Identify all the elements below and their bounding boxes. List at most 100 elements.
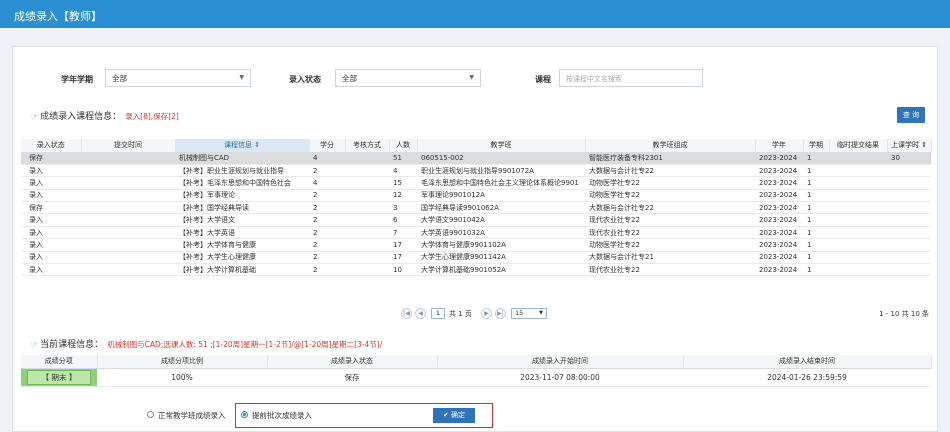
chevron-down-icon: ▼ bbox=[239, 74, 244, 81]
table-cell: 2 bbox=[309, 263, 345, 277]
table-cell: 毛泽东思想和中国特色社会主义理论体系概论9901 bbox=[417, 176, 585, 190]
table-cell: 1 bbox=[803, 152, 829, 165]
table-cell: 4 bbox=[309, 176, 345, 190]
table-cell bbox=[81, 238, 175, 252]
table-cell: 2 bbox=[309, 201, 345, 215]
grade-item-term[interactable]: 【 期末 】 bbox=[21, 368, 97, 387]
column-header[interactable]: 教学班 bbox=[417, 139, 586, 153]
table-cell: 2024-01-26 23:59:59 bbox=[683, 368, 931, 387]
table-cell bbox=[887, 164, 931, 178]
confirm-button[interactable]: ✔ 确定 bbox=[433, 408, 475, 423]
column-header[interactable]: 课程信息 ⇕ bbox=[175, 139, 310, 153]
table-cell bbox=[345, 176, 389, 190]
table-cell: 【补考】大学生心理健康 bbox=[175, 251, 309, 265]
page-input[interactable]: 1 bbox=[431, 308, 445, 319]
table-row[interactable]: 录入 【补考】大学英语 2 7 大学英语9901032A 现代农业社专22 2023-202… bbox=[21, 226, 931, 240]
normal-entry-radio[interactable] bbox=[147, 411, 154, 418]
app-header: 成绩录入【教师】 bbox=[0, 0, 950, 28]
page-size-select[interactable]: 15 ▼ bbox=[511, 308, 547, 319]
main-panel: 学年学期 全部 ▼ 录入状态 全部 ▼ 课程 按课程中文名搜索 ☞ 成绩录入课程信… bbox=[12, 46, 938, 432]
term-select[interactable]: 全部 ▼ bbox=[105, 69, 251, 87]
table-row[interactable]: 保存 【补考】国学经典导读 2 3 国学经典导读9901062A 大数据与会计社专22 20… bbox=[21, 201, 931, 215]
column-header[interactable]: 提交时间 bbox=[81, 139, 176, 153]
chevron-down-icon: ▼ bbox=[469, 74, 474, 81]
table-row[interactable]: 录入 【补考】职业生涯规划与就业指导 2 4 职业生涯规划与就业指导9901072A 大数… bbox=[21, 164, 931, 178]
query-button[interactable]: 查 询 bbox=[897, 107, 925, 123]
table-cell: 15 bbox=[389, 176, 417, 190]
term-badge: 【 期末 】 bbox=[27, 369, 91, 385]
next-page-button[interactable]: ▶ bbox=[481, 308, 492, 319]
column-header[interactable]: 学年 bbox=[755, 139, 804, 153]
table-cell: 保存 bbox=[21, 152, 81, 165]
table-cell: 2023-2024 bbox=[755, 189, 803, 203]
table-cell bbox=[829, 176, 887, 190]
table-cell: 【补考】大学计算机基础 bbox=[175, 263, 309, 277]
table-row[interactable]: 录入 【补考】军事理论 2 12 军事理论9901012A 动物医学社专22 2023-20… bbox=[21, 189, 931, 203]
table-cell: 动物医学社专22 bbox=[585, 176, 755, 190]
table-cell: 2023-2024 bbox=[755, 164, 803, 178]
table-cell: 2 bbox=[309, 164, 345, 178]
column-header[interactable]: 学期 bbox=[803, 139, 830, 153]
table-cell: 大学英语9901032A bbox=[417, 226, 585, 240]
table-cell bbox=[345, 238, 389, 252]
column-header[interactable]: 考核方式 bbox=[345, 139, 390, 153]
column-header: 成绩录入开始时间 bbox=[437, 355, 684, 369]
last-page-button[interactable]: ▶| bbox=[495, 308, 506, 319]
table-cell: 4 bbox=[389, 164, 417, 178]
table-cell: 录入 bbox=[21, 176, 81, 190]
table-row[interactable]: 保存 机械制图与CAD 4 51 060515-002 智能医疗装备专科2301 2023-… bbox=[21, 152, 931, 165]
course-info-title: 成绩录入课程信息： bbox=[40, 112, 122, 122]
table-cell bbox=[81, 226, 175, 240]
table-cell: 2023-11-07 08:00:00 bbox=[437, 368, 683, 387]
normal-entry-label[interactable]: 正常教学班成绩录入 bbox=[158, 410, 226, 421]
table-cell bbox=[887, 251, 931, 265]
advance-entry-label[interactable]: 提前批次成绩录入 bbox=[252, 410, 312, 421]
table-cell: 录入 bbox=[21, 263, 81, 277]
column-header[interactable]: 人数 bbox=[389, 139, 418, 153]
table-row[interactable]: 录入 【补考】大学体育与健康 2 17 大学体育与健康9901102A 动物医学社专22 2… bbox=[21, 238, 931, 252]
table-cell: 2 bbox=[309, 238, 345, 252]
table-row[interactable]: 录入 【补考】大学计算机基础 2 10 大学计算机基础9901052A 现代农业社专22 2… bbox=[21, 263, 931, 277]
table-cell: 7 bbox=[389, 226, 417, 240]
table-cell: 【补考】军事理论 bbox=[175, 189, 309, 203]
course-table-header: 录入状态 提交时间 课程信息 ⇕ 学分 考核方式 人数 教学班 教学班组成 学年 学期 临时提交结果… bbox=[21, 139, 932, 153]
hand-pointer-icon: ☞ bbox=[31, 112, 39, 121]
table-cell bbox=[887, 263, 931, 277]
table-cell: 2023-2024 bbox=[755, 251, 803, 265]
table-row[interactable]: 录入 【补考】大学语文 2 6 大学语文9901042A 现代农业社专22 2023-202… bbox=[21, 213, 931, 227]
table-cell: 【补考】大学语文 bbox=[175, 213, 309, 227]
term-select-value: 全部 bbox=[112, 74, 127, 83]
table-row[interactable]: 录入 【补考】大学生心理健康 2 17 大学生心理健康9901142A 大数据与会计社专2… bbox=[21, 251, 931, 265]
table-cell: 2023-2024 bbox=[755, 213, 803, 227]
table-cell: 【补考】大学体育与健康 bbox=[175, 238, 309, 252]
column-header[interactable]: 临时提交结果 bbox=[829, 139, 888, 153]
table-cell: 1 bbox=[803, 164, 829, 178]
table-cell bbox=[829, 201, 887, 215]
first-page-button[interactable]: |◀ bbox=[401, 308, 412, 319]
column-header[interactable]: 录入状态 bbox=[21, 139, 82, 153]
table-cell bbox=[829, 152, 887, 165]
table-cell: 机械制图与CAD bbox=[175, 152, 309, 165]
prev-page-button[interactable]: ◀ bbox=[415, 308, 426, 319]
grade-item-header: 成绩分项 成绩分项比例 成绩录入状态 成绩录入开始时间 成绩录入结束时间 bbox=[21, 355, 932, 369]
column-header[interactable]: 教学班组成 bbox=[585, 139, 756, 153]
table-cell bbox=[81, 176, 175, 190]
course-search-input[interactable]: 按课程中文名搜索 bbox=[559, 69, 703, 87]
column-header[interactable]: 学分 bbox=[309, 139, 346, 153]
column-header: 成绩分项 bbox=[21, 355, 98, 369]
table-cell bbox=[81, 201, 175, 215]
advance-entry-radio[interactable] bbox=[241, 411, 248, 418]
table-row[interactable]: 录入 【补考】毛泽东思想和中国特色社会 4 15 毛泽东思想和中国特色社会主义理论体系概… bbox=[21, 176, 931, 190]
table-cell: 17 bbox=[389, 238, 417, 252]
table-cell: 现代农业社专22 bbox=[585, 263, 755, 277]
status-select[interactable]: 全部 ▼ bbox=[335, 69, 481, 87]
table-cell bbox=[829, 226, 887, 240]
course-table: 录入状态 提交时间 课程信息 ⇕ 学分 考核方式 人数 教学班 教学班组成 学年 学期 临时提交结果… bbox=[21, 139, 932, 277]
table-cell: 职业生涯规划与就业指导9901072A bbox=[417, 164, 585, 178]
current-info-heading: ☞ 当前课程信息： 机械制图与CAD;选课人数: 51 ;[1-20周]星期一[1-… bbox=[31, 337, 382, 350]
table-cell bbox=[81, 164, 175, 178]
table-cell: 100% bbox=[97, 368, 267, 387]
table-cell: 1 bbox=[803, 263, 829, 277]
table-cell: 1 bbox=[803, 213, 829, 227]
column-header[interactable]: 上课学时 ⇕ bbox=[887, 139, 932, 153]
